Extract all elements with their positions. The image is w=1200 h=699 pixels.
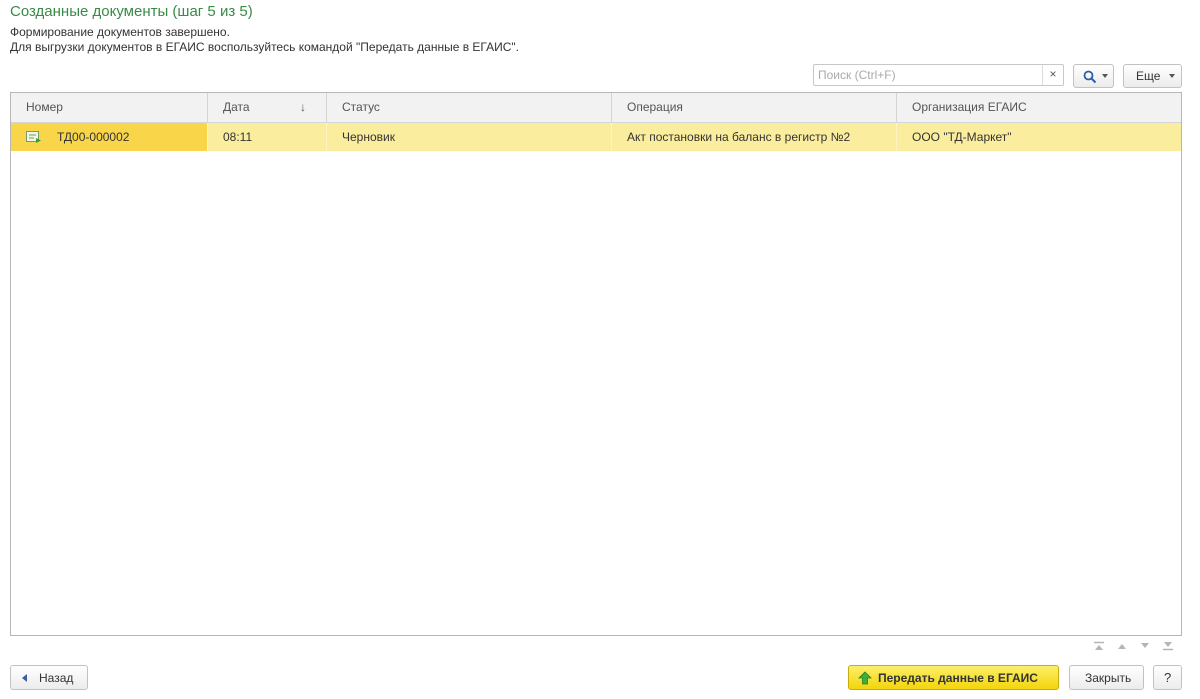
search-icon (1083, 70, 1097, 84)
cell-number-text: ТД00-000002 (57, 130, 130, 144)
column-header-number[interactable]: Номер (11, 93, 208, 122)
column-header-organization[interactable]: Организация ЕГАИС (897, 93, 1183, 122)
help-icon: ? (1164, 670, 1172, 685)
scroll-down-icon (1141, 643, 1149, 648)
scroll-up-icon (1118, 644, 1126, 649)
cell-number[interactable]: ТД00-000002 (11, 123, 208, 151)
send-to-egais-button[interactable]: Передать данные в ЕГАИС (848, 665, 1059, 690)
close-button[interactable]: Закрыть (1069, 665, 1144, 690)
cell-organization[interactable]: ООО "ТД-Маркет" (897, 123, 1183, 151)
scroll-top-icon (1094, 641, 1104, 650)
chevron-down-icon (1102, 74, 1108, 78)
page-title: Созданные документы (шаг 5 из 5) (10, 3, 253, 20)
column-header-date[interactable]: Дата ↓ (208, 93, 327, 122)
chevron-down-icon (1169, 74, 1175, 78)
table-row[interactable]: ТД00-000002 08:11 Черновик Акт постановк… (11, 123, 1181, 151)
more-button-label: Еще (1136, 69, 1161, 83)
table-header: Номер Дата ↓ Статус Операция Организация… (11, 93, 1181, 123)
scroll-to-bottom-button[interactable] (1157, 637, 1179, 655)
search-input[interactable] (818, 67, 1040, 83)
instruction-message: Для выгрузки документов в ЕГАИС воспольз… (10, 40, 520, 54)
scroll-bottom-icon (1163, 642, 1173, 651)
column-header-operation[interactable]: Операция (612, 93, 897, 122)
back-button[interactable]: Назад (10, 665, 88, 690)
more-button[interactable]: Еще (1123, 64, 1182, 88)
cell-status[interactable]: Черновик (327, 123, 612, 151)
documents-table[interactable]: Номер Дата ↓ Статус Операция Организация… (10, 92, 1182, 636)
scroll-to-top-button[interactable] (1088, 637, 1110, 655)
back-button-label: Назад (39, 671, 74, 685)
sort-desc-icon: ↓ (300, 100, 306, 114)
column-header-status[interactable]: Статус (327, 93, 612, 122)
cell-date[interactable]: 08:11 (208, 123, 327, 151)
close-button-label: Закрыть (1085, 671, 1132, 685)
column-header-date-label: Дата (223, 100, 250, 114)
search-box[interactable]: × (813, 64, 1064, 86)
scroll-down-button[interactable] (1134, 637, 1156, 655)
send-button-label: Передать данные в ЕГАИС (878, 671, 1038, 685)
search-button[interactable] (1073, 64, 1114, 88)
arrow-up-icon (858, 671, 872, 685)
help-button[interactable]: ? (1153, 665, 1182, 690)
scroll-up-button[interactable] (1111, 637, 1133, 655)
clear-search-button[interactable]: × (1042, 65, 1063, 85)
arrow-left-icon (22, 674, 27, 682)
status-message: Формирование документов завершено. (10, 25, 230, 39)
document-icon (26, 131, 41, 143)
cell-operation[interactable]: Акт постановки на баланс в регистр №2 (612, 123, 897, 151)
